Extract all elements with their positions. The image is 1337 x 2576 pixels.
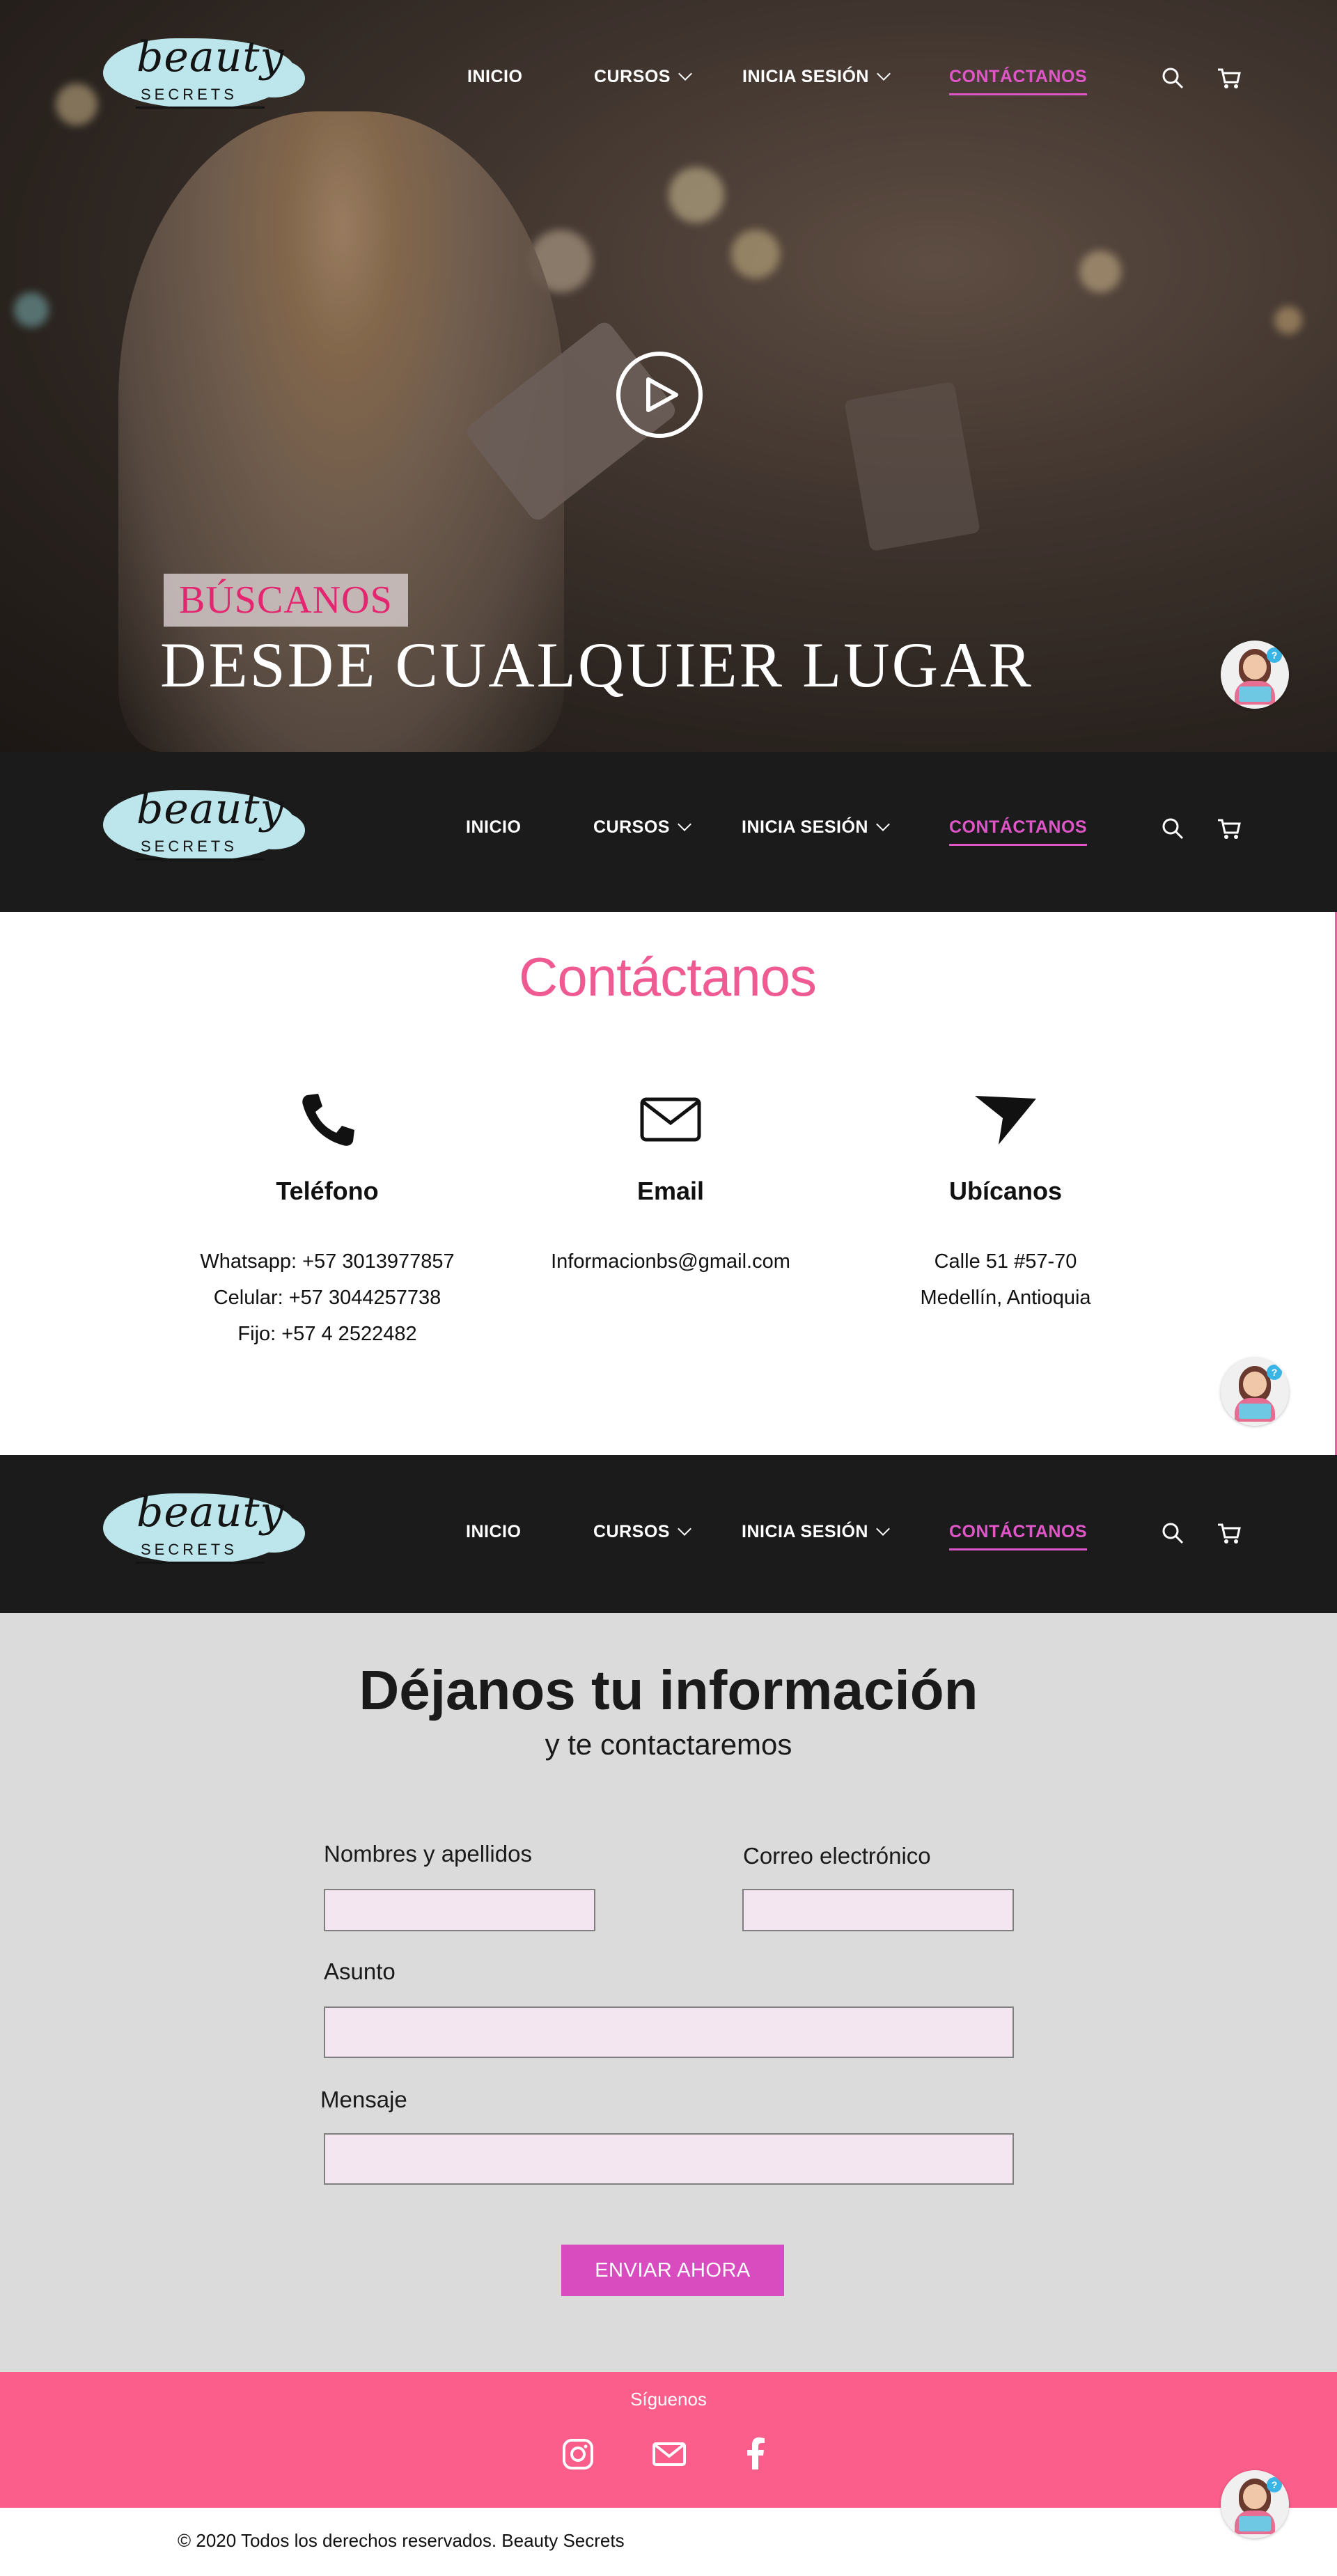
subject-input[interactable] <box>324 2006 1014 2058</box>
nav-bar: beauty SECRETS INICIO CURSOS INICIA SESI… <box>0 752 1337 912</box>
active-underline <box>949 844 1088 846</box>
email-address[interactable]: Informacionbs@gmail.com <box>497 1243 845 1280</box>
top-nav: beauty SECRETS INICIO CURSOS INICIA SESI… <box>0 0 1337 157</box>
contact-phone-column: Teléfono Whatsapp: +57 3013977857 Celula… <box>153 1086 501 1352</box>
facebook-icon[interactable] <box>737 2435 776 2474</box>
cart-icon[interactable] <box>1215 1519 1243 1547</box>
active-underline <box>949 93 1088 95</box>
copyright-text: © 2020 Todos los derechos reservados. Be… <box>178 2530 625 2551</box>
name-label: Nombres y apellidos <box>324 1841 532 1867</box>
avatar-face <box>1243 1372 1267 1397</box>
form-subtitle: y te contactaremos <box>545 1728 792 1761</box>
nav-label: CONTÁCTANOS <box>949 67 1088 86</box>
main-menu: INICIO CURSOS INICIA SESIÓN CONTÁCTANOS <box>0 752 1337 909</box>
nav-label: CONTÁCTANOS <box>949 817 1088 837</box>
avatar-face <box>1243 2484 1267 2509</box>
message-input[interactable] <box>324 2133 1014 2185</box>
contact-email-title: Email <box>636 1177 705 1205</box>
search-icon[interactable] <box>1159 1519 1187 1547</box>
chevron-down-icon <box>678 1521 691 1536</box>
hero-tag: BÚSCANOS <box>164 574 408 627</box>
nav-label: CURSOS <box>593 817 670 837</box>
location-arrow-icon <box>975 1096 1036 1145</box>
phone-celular: Celular: +57 3044257738 <box>213 1287 441 1309</box>
hero-title: DESDE CUALQUIER LUGAR <box>160 629 1033 700</box>
nav-item-cursos[interactable]: CURSOS <box>593 1521 691 1542</box>
nav-item-inicia-sesion[interactable]: INICIA SESIÓN <box>742 1521 890 1542</box>
contact-email-column: Email Informacionbs@gmail.com <box>497 1086 845 1280</box>
nav-label: INICIO <box>466 1522 522 1541</box>
search-icon[interactable] <box>1159 64 1187 92</box>
play-icon <box>646 377 678 412</box>
main-menu: INICIO CURSOS INICIA SESIÓN CONTÁCTANOS <box>0 0 1337 157</box>
nav-item-inicio[interactable]: INICIO <box>466 817 521 838</box>
active-underline <box>949 1548 1088 1550</box>
mail-icon[interactable] <box>650 2435 689 2474</box>
nav-item-inicio[interactable]: INICIO <box>466 1522 521 1542</box>
nav-label: CURSOS <box>593 1522 670 1541</box>
nav-label: INICIO <box>466 817 522 837</box>
nav-label: INICIA SESIÓN <box>742 817 868 837</box>
phone-whatsapp: Whatsapp: +57 3013977857 <box>200 1250 455 1273</box>
contact-section: Contáctanos Teléfono Whatsapp: +57 30139… <box>0 912 1337 1455</box>
nav-item-contactanos[interactable]: CONTÁCTANOS <box>949 817 1088 846</box>
help-badge: ? <box>1267 1365 1282 1380</box>
email-label: Correo electrónico <box>743 1843 931 1869</box>
nav-label: CONTÁCTANOS <box>949 1522 1088 1541</box>
nav-label: INICIO <box>467 67 523 86</box>
chat-assistant-button[interactable]: ? <box>1221 1358 1289 1426</box>
laptop-icon <box>1239 2516 1271 2531</box>
form-title: Déjanos tu información <box>359 1659 978 1721</box>
play-video-button[interactable] <box>616 352 703 438</box>
send-button[interactable]: ENVIAR AHORA <box>561 2245 784 2296</box>
cart-icon[interactable] <box>1215 64 1243 92</box>
nav-label: INICIA SESIÓN <box>742 1522 868 1541</box>
main-menu: INICIO CURSOS INICIA SESIÓN CONTÁCTANOS <box>0 1455 1337 1612</box>
search-icon[interactable] <box>1159 815 1187 842</box>
nav-item-contactanos[interactable]: CONTÁCTANOS <box>949 67 1088 95</box>
phone-icon <box>302 1094 354 1146</box>
contact-form-section: Déjanos tu información y te contactaremo… <box>0 1613 1337 2372</box>
instagram-icon[interactable] <box>558 2435 597 2474</box>
nav-label: INICIA SESIÓN <box>742 67 869 86</box>
subject-label: Asunto <box>324 1958 396 1984</box>
mail-icon <box>640 1097 701 1142</box>
avatar-face <box>1243 654 1267 680</box>
laptop-icon <box>1239 1404 1271 1419</box>
nav-bar: beauty SECRETS INICIO CURSOS INICIA SESI… <box>0 1455 1337 1613</box>
nav-label: CURSOS <box>594 67 671 86</box>
city-line: Medellín, Antioquia <box>920 1287 1091 1309</box>
help-badge: ? <box>1267 647 1282 663</box>
laptop-icon <box>1239 686 1271 702</box>
follow-label: Síguenos <box>630 2389 707 2410</box>
nav-item-inicia-sesion[interactable]: INICIA SESIÓN <box>742 817 890 838</box>
chevron-down-icon <box>876 817 890 831</box>
contact-phone-title: Teléfono <box>276 1177 379 1205</box>
nav-item-cursos[interactable]: CURSOS <box>594 66 692 87</box>
nav-item-inicia-sesion[interactable]: INICIA SESIÓN <box>742 66 891 87</box>
chevron-down-icon <box>876 1521 890 1536</box>
contact-title: Contáctanos <box>519 946 817 1007</box>
hero-tag-text: BÚSCANOS <box>179 579 393 622</box>
phone-fijo: Fijo: +57 4 2522482 <box>237 1323 417 1345</box>
chevron-down-icon <box>678 817 691 831</box>
chevron-down-icon <box>678 66 692 81</box>
nav-item-contactanos[interactable]: CONTÁCTANOS <box>949 1522 1088 1550</box>
nav-item-cursos[interactable]: CURSOS <box>593 817 691 838</box>
address-line: Calle 51 #57-70 <box>934 1250 1077 1273</box>
social-footer: Síguenos <box>0 2372 1337 2508</box>
contact-location-column: Ubícanos Calle 51 #57-70 Medellín, Antio… <box>831 1086 1180 1316</box>
chat-assistant-button[interactable]: ? <box>1221 641 1289 709</box>
message-label: Mensaje <box>320 2087 407 2112</box>
nav-item-inicio[interactable]: INICIO <box>467 67 522 87</box>
chevron-down-icon <box>877 66 891 81</box>
cart-icon[interactable] <box>1215 815 1243 842</box>
contact-location-title: Ubícanos <box>948 1177 1063 1205</box>
email-input[interactable] <box>742 1889 1014 1931</box>
name-input[interactable] <box>324 1889 595 1931</box>
chat-assistant-button[interactable]: ? <box>1221 2470 1289 2538</box>
help-badge: ? <box>1267 2477 1282 2492</box>
